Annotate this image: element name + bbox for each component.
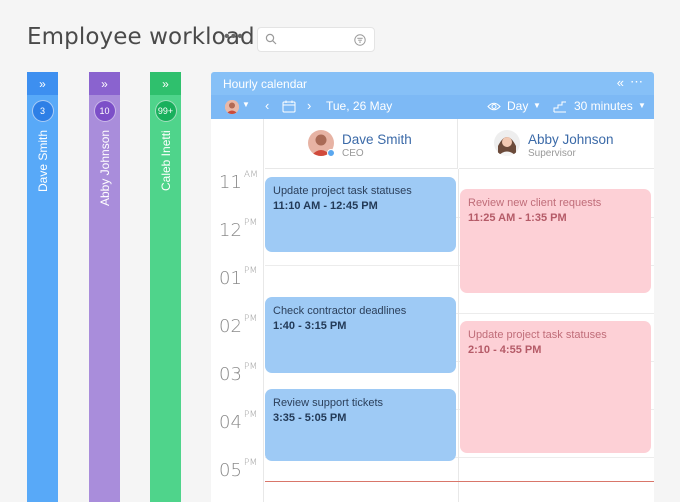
event-card[interactable]: Update project task statuses 2:10 - 4:55… [460, 321, 651, 453]
calendar-toolbar: ▼ ‹ › Tue, 26 May Day ▼ 30 minutes ▼ [211, 95, 654, 119]
calendar-header: Hourly calendar « ⋯ [211, 72, 654, 95]
event-card[interactable]: Review support tickets 3:35 - 5:05 PM [265, 389, 456, 461]
search-input[interactable] [282, 31, 350, 49]
search-box[interactable] [257, 27, 375, 52]
hour-label: 05 PM [219, 458, 258, 481]
hourly-calendar: Hourly calendar « ⋯ ▼ ‹ › Tue, 26 May Da… [211, 72, 654, 502]
hour-label: 12 PM [219, 218, 258, 241]
time-column: 11 AM 12 PM 01 PM 02 PM 03 PM 04 PM 05 PM [211, 119, 264, 502]
employee-name: Abby Johnson [97, 130, 112, 207]
current-time-line [265, 481, 654, 482]
interval-icon[interactable] [553, 100, 567, 113]
event-title: Update project task statuses [273, 185, 412, 197]
employee-name: Dave Smith [35, 130, 50, 193]
event-card[interactable]: Check contractor deadlines 1:40 - 3:15 P… [265, 297, 456, 373]
prev-day-icon[interactable]: ‹ [265, 98, 269, 113]
task-count-badge: 3 [31, 100, 54, 122]
event-time: 2:10 - 4:55 PM [468, 344, 542, 356]
avatar [494, 130, 520, 156]
column-divider [458, 169, 459, 502]
page-title: Employee workload [27, 24, 255, 50]
employee-column-abby-johnson[interactable]: » 10 Abby Johnson [89, 72, 120, 502]
resource-name: Abby Johnson [528, 132, 614, 147]
chevron-down-icon[interactable]: ▼ [533, 101, 541, 110]
hour-label: 01 PM [219, 266, 258, 289]
event-time: 3:35 - 5:05 PM [273, 412, 347, 424]
resource-header-dave-smith[interactable]: Dave Smith CEO [265, 119, 458, 169]
user-avatar-icon[interactable] [225, 100, 239, 114]
filter-icon[interactable] [354, 34, 366, 46]
next-day-icon[interactable]: › [307, 98, 311, 113]
chevron-down-icon[interactable]: ▼ [242, 100, 250, 109]
employee-name: Caleb Inetti [158, 130, 173, 191]
search-icon [265, 33, 277, 45]
eye-icon[interactable] [487, 101, 501, 112]
hour-label: 03 PM [219, 362, 258, 385]
expand-icon[interactable]: » [150, 72, 181, 95]
expand-icon[interactable]: » [27, 72, 58, 95]
more-options-icon[interactable]: ••• [224, 28, 244, 46]
event-card[interactable]: Review new client requests 11:25 AM - 1:… [460, 189, 651, 293]
resource-header-abby-johnson[interactable]: Abby Johnson Supervisor [459, 119, 654, 169]
event-title: Update project task statuses [468, 329, 607, 341]
expand-icon[interactable]: » [89, 72, 120, 95]
calendar-more-icon[interactable]: ⋯ [630, 74, 644, 90]
calendar-body: 11 AM 12 PM 01 PM 02 PM 03 PM 04 PM 05 PM Dave … [211, 119, 654, 502]
event-title: Review new client requests [468, 197, 602, 209]
task-count-badge: 10 [93, 100, 116, 122]
view-selector[interactable]: Day [507, 99, 528, 113]
resource-role: CEO [342, 148, 364, 159]
interval-selector[interactable]: 30 minutes [574, 99, 633, 113]
hour-label: 11 AM [219, 170, 258, 193]
calendar-title: Hourly calendar [223, 77, 308, 91]
event-card[interactable]: Update project task statuses 11:10 AM - … [265, 177, 456, 252]
employee-column-caleb-inetti[interactable]: » 99+ Caleb Inetti [150, 72, 181, 502]
resource-role: Supervisor [528, 148, 576, 159]
employee-column-dave-smith[interactable]: » 3 Dave Smith [27, 72, 58, 502]
hour-label: 04 PM [219, 410, 258, 433]
task-count-badge: 99+ [154, 100, 177, 122]
hour-label: 02 PM [219, 314, 258, 337]
event-title: Review support tickets [273, 397, 384, 409]
online-status-icon [327, 149, 335, 157]
chevron-down-icon[interactable]: ▼ [638, 101, 646, 110]
current-date[interactable]: Tue, 26 May [326, 99, 392, 113]
collapse-icon[interactable]: « [617, 75, 624, 90]
event-time: 11:10 AM - 12:45 PM [273, 200, 378, 212]
resource-name: Dave Smith [342, 132, 412, 147]
event-time: 1:40 - 3:15 PM [273, 320, 347, 332]
calendar-icon[interactable] [282, 100, 296, 113]
event-title: Check contractor deadlines [273, 305, 407, 317]
event-time: 11:25 AM - 1:35 PM [468, 212, 567, 224]
